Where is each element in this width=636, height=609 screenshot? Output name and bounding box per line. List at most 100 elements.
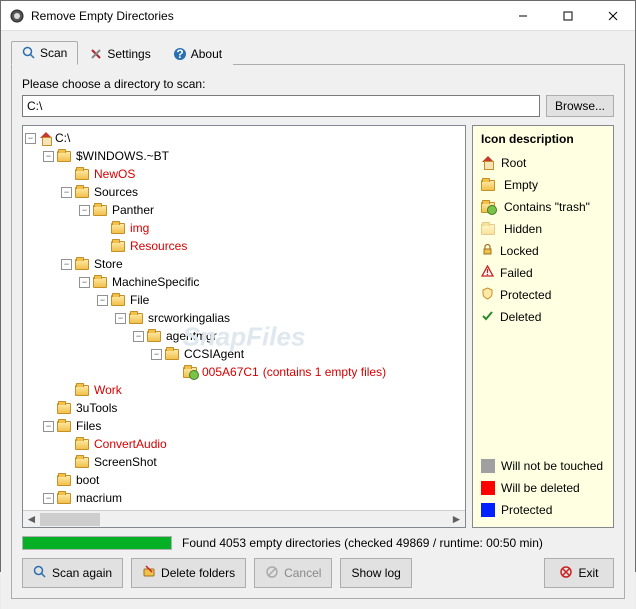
tree-node[interactable]: img: [25, 219, 463, 237]
exit-button[interactable]: Exit: [544, 558, 614, 588]
status-row: Found 4053 empty directories (checked 49…: [22, 536, 614, 550]
folder-icon: [111, 241, 125, 252]
folder-icon: [75, 259, 89, 270]
folder-icon: [75, 169, 89, 180]
client-area: Scan Settings ? About Please choose a di…: [1, 31, 635, 609]
status-text: Found 4053 empty directories (checked 49…: [182, 536, 543, 550]
legend-swatch-item: Will not be touched: [481, 455, 605, 477]
tree-node[interactable]: −File: [25, 291, 463, 309]
folder-icon: [129, 313, 143, 324]
tree-node[interactable]: Work: [25, 381, 463, 399]
legend-icon: [481, 222, 498, 236]
tree-node[interactable]: −CCSIAgent: [25, 345, 463, 363]
tree-node[interactable]: ConvertAudio: [25, 435, 463, 453]
scroll-track[interactable]: [40, 511, 448, 528]
button-label: Cancel: [284, 566, 321, 580]
tree-node-label: ScreenShot: [94, 455, 157, 469]
tree-toggle[interactable]: −: [43, 421, 54, 432]
tree-toggle[interactable]: −: [43, 493, 54, 504]
scroll-left-arrow[interactable]: ◄: [23, 511, 40, 528]
tree-toggle[interactable]: −: [133, 331, 144, 342]
folder-icon: [57, 151, 71, 162]
tree-node[interactable]: NewOS: [25, 165, 463, 183]
chooser-label: Please choose a directory to scan:: [22, 77, 614, 91]
folder-icon: [57, 493, 71, 504]
horizontal-scrollbar[interactable]: ◄ ►: [23, 510, 465, 527]
tree-toggle[interactable]: −: [61, 187, 72, 198]
tree-node[interactable]: −Sources: [25, 183, 463, 201]
main-row: SnapFiles −C:\−$WINDOWS.~BTNewOS−Sources…: [22, 125, 614, 528]
legend-label: Locked: [500, 244, 539, 258]
button-label: Show log: [351, 566, 400, 580]
tree-toggle[interactable]: −: [115, 313, 126, 324]
tree-pane: SnapFiles −C:\−$WINDOWS.~BTNewOS−Sources…: [22, 125, 466, 528]
close-button[interactable]: [590, 1, 635, 30]
tree-node[interactable]: −Panther: [25, 201, 463, 219]
legend-swatch-item: Protected: [481, 499, 605, 521]
scan-again-button[interactable]: Scan again: [22, 558, 123, 588]
folder-icon: [93, 277, 107, 288]
tree-toggle[interactable]: −: [97, 295, 108, 306]
maximize-button[interactable]: [545, 1, 590, 30]
tree-node-label: 005A67C1: [202, 365, 259, 379]
tree-node[interactable]: boot: [25, 471, 463, 489]
progress-bar: [22, 536, 172, 550]
legend-swatch-item: Will be deleted: [481, 477, 605, 499]
tree-node[interactable]: −agentmgr: [25, 327, 463, 345]
legend-item: Failed: [481, 262, 605, 284]
tree-node[interactable]: 005A67C1(contains 1 empty files): [25, 363, 463, 381]
search-icon: [22, 46, 36, 60]
folder-icon: [111, 223, 125, 234]
tab-label: Scan: [40, 46, 67, 60]
tree-node-label: srcworkingalias: [148, 311, 230, 325]
tree-toggle[interactable]: −: [43, 151, 54, 162]
tree-node-label: MachineSpecific: [112, 275, 199, 289]
browse-button[interactable]: Browse...: [546, 95, 614, 117]
folder-icon: [111, 295, 125, 306]
show-log-button[interactable]: Show log: [340, 558, 411, 588]
tab-scan[interactable]: Scan: [11, 41, 78, 65]
minimize-button[interactable]: [500, 1, 545, 30]
tree-toggle[interactable]: −: [61, 259, 72, 270]
folder-trash-icon: [183, 367, 197, 378]
path-input[interactable]: [22, 95, 540, 117]
button-label: Exit: [578, 566, 598, 580]
tree-toggle[interactable]: −: [79, 205, 90, 216]
tab-about[interactable]: ? About: [162, 42, 233, 65]
directory-tree[interactable]: SnapFiles −C:\−$WINDOWS.~BTNewOS−Sources…: [23, 126, 465, 510]
tree-node-label: boot: [76, 473, 99, 487]
folder-icon: [57, 403, 71, 414]
tab-strip: Scan Settings ? About: [11, 39, 625, 65]
cancel-button[interactable]: Cancel: [254, 558, 332, 588]
tree-node[interactable]: − macrium: [25, 489, 463, 507]
tree-node-label: Work: [94, 383, 122, 397]
tree-toggle[interactable]: −: [79, 277, 90, 288]
legend-icon: [481, 309, 494, 325]
tree-toggle[interactable]: −: [25, 133, 36, 144]
tab-settings[interactable]: Settings: [78, 42, 161, 65]
folder-icon: [75, 187, 89, 198]
tree-node-label: macrium: [76, 491, 122, 505]
scroll-right-arrow[interactable]: ►: [448, 511, 465, 528]
tree-node-label: Resources: [130, 239, 187, 253]
tree-node[interactable]: −Store: [25, 255, 463, 273]
legend-label: Failed: [500, 266, 533, 280]
tree-node[interactable]: ScreenShot: [25, 453, 463, 471]
tree-node[interactable]: − srcworkingalias: [25, 309, 463, 327]
tree-node[interactable]: −C:\: [25, 129, 463, 147]
folder-icon: [57, 421, 71, 432]
scroll-thumb[interactable]: [40, 513, 100, 526]
tree-toggle[interactable]: −: [151, 349, 162, 360]
tree-node[interactable]: Resources: [25, 237, 463, 255]
tree-node[interactable]: − $WINDOWS.~BT: [25, 147, 463, 165]
exit-icon: [559, 565, 573, 582]
tree-node-label: $WINDOWS.~BT: [76, 149, 169, 163]
delete-folders-button[interactable]: Delete folders: [131, 558, 246, 588]
legend-label: Hidden: [504, 222, 542, 236]
legend-label: Will not be touched: [501, 459, 603, 473]
legend-label: Will be deleted: [501, 481, 580, 495]
tree-node[interactable]: 3uTools: [25, 399, 463, 417]
svg-text:?: ?: [176, 47, 183, 61]
tree-node[interactable]: − MachineSpecific: [25, 273, 463, 291]
tree-node[interactable]: −Files: [25, 417, 463, 435]
